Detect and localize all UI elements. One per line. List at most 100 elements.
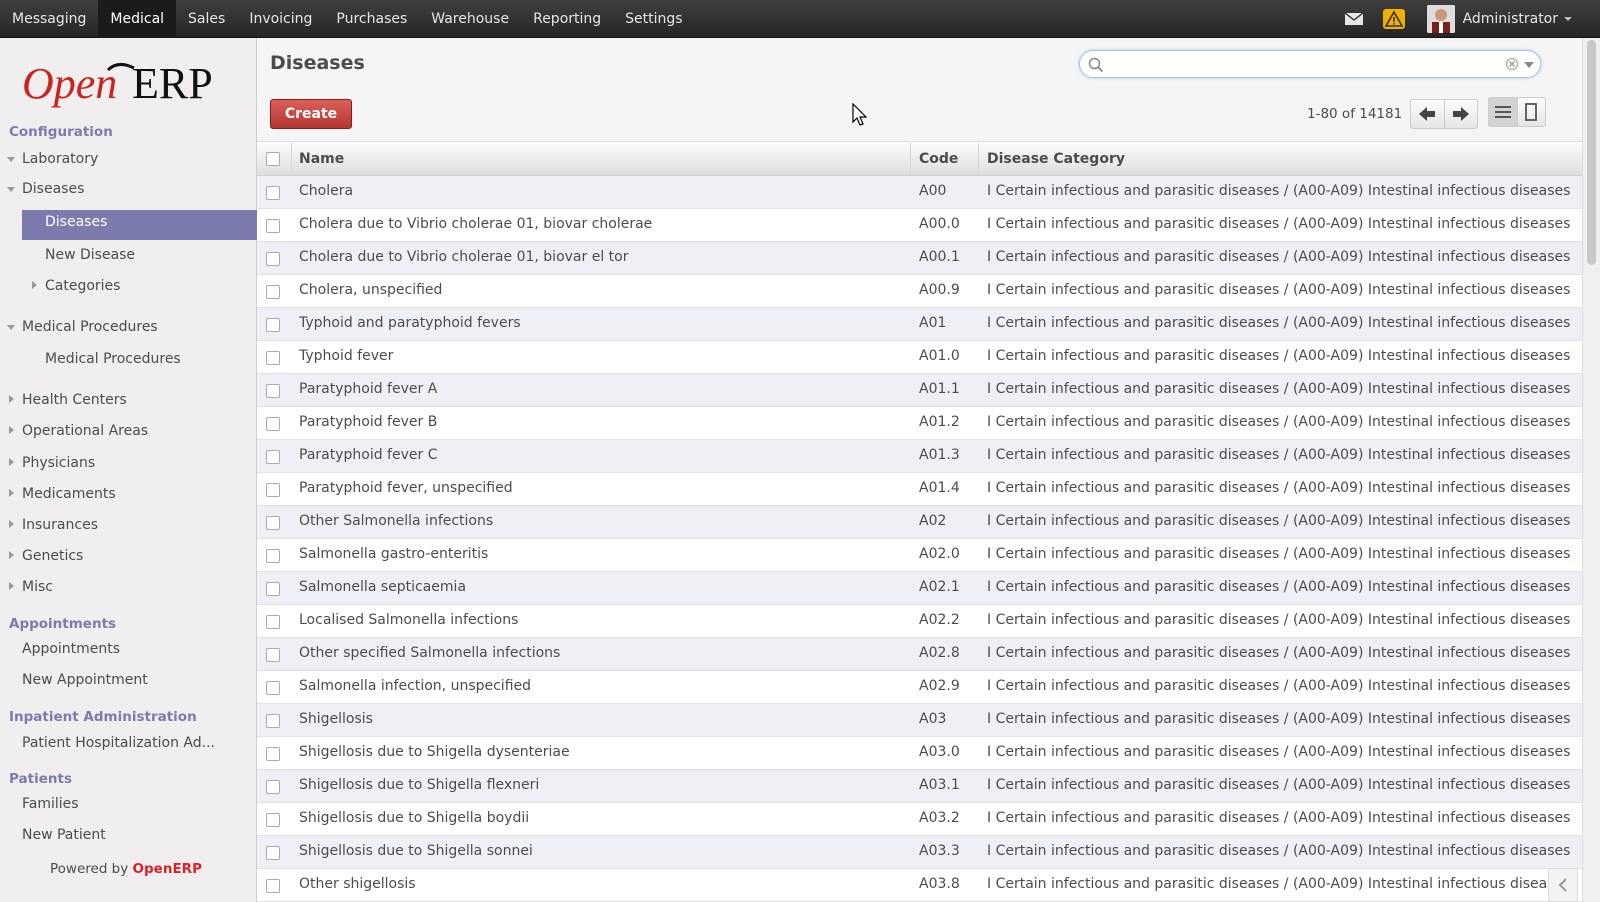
scrollbar[interactable] [1582,38,1600,902]
table-row[interactable]: Other shigellosis A03.8 I Certain infectio… [257,869,1582,902]
search-options-icon[interactable] [1524,62,1534,68]
chevron-down-icon[interactable] [7,187,15,192]
topmenu-medical[interactable]: Medical [98,0,177,38]
column-header-category[interactable]: Disease Category [987,151,1125,167]
row-checkbox[interactable] [266,219,280,233]
row-checkbox[interactable] [266,879,280,893]
user-avatar[interactable] [1426,5,1455,33]
sidebar-item-categories[interactable]: Categories [32,275,120,297]
table-row[interactable]: Other specified Salmonella infections A02… [257,638,1582,671]
topmenu-warehouse[interactable]: Warehouse [419,0,521,38]
table-row[interactable]: Paratyphoid fever B A01.2 I Certain infect… [257,407,1582,440]
search-box[interactable] [1079,50,1541,78]
sidebar-item-diseases-active[interactable]: Diseases [22,210,257,240]
table-row[interactable]: Shigellosis due to Shigella dysenteriae A… [257,737,1582,770]
row-checkbox[interactable] [266,318,280,332]
chevron-down-icon[interactable] [1564,17,1572,21]
sidebar-item-laboratory[interactable]: Laboratory [7,148,98,170]
sidebar-item-medical-procedures[interactable]: Medical Procedures [7,316,158,338]
row-checkbox[interactable] [266,285,280,299]
sidebar-item-operational-areas[interactable]: Operational Areas [9,420,148,442]
powered-by-link[interactable]: OpenERP [133,861,202,877]
table-row[interactable]: Shigellosis due to Shigella sonnei A03.3 I… [257,836,1582,869]
topmenu-reporting[interactable]: Reporting [521,0,613,38]
table-row[interactable]: Cholera due to Vibrio cholerae 01, biova… [257,242,1582,275]
sidebar-item-appointments[interactable]: Appointments [22,638,120,660]
row-checkbox[interactable] [266,582,280,596]
chevron-right-icon[interactable] [9,520,14,528]
chevron-right-icon[interactable] [9,395,14,403]
chevron-right-icon[interactable] [9,551,14,559]
row-checkbox[interactable] [266,615,280,629]
sidebar-item-misc[interactable]: Misc [9,576,53,598]
sidebar-item-insurances[interactable]: Insurances [9,514,98,536]
row-checkbox[interactable] [266,780,280,794]
table-row[interactable]: Paratyphoid fever C A01.3 I Certain infect… [257,440,1582,473]
row-checkbox[interactable] [266,417,280,431]
table-row[interactable]: Shigellosis A03 I Certain infectious and p… [257,704,1582,737]
row-checkbox[interactable] [266,516,280,530]
table-row[interactable]: Other Salmonella infections A02 I Certain … [257,506,1582,539]
table-row[interactable]: Cholera A00 I Certain infectious and paras… [257,176,1582,209]
sidebar-item-medical-procedures-list[interactable]: Medical Procedures [45,348,181,370]
chevron-right-icon[interactable] [9,489,14,497]
row-checkbox[interactable] [266,714,280,728]
row-checkbox[interactable] [266,846,280,860]
sidebar-item-physicians[interactable]: Physicians [9,452,95,474]
topmenu-invoicing[interactable]: Invoicing [237,0,324,38]
pager-previous-button[interactable] [1411,100,1444,128]
sidebar-item-new-disease[interactable]: New Disease [45,244,135,266]
pager-value[interactable]: 1-80 of 14181 [1307,106,1402,122]
sidebar-item-health-centers[interactable]: Health Centers [9,389,127,411]
sidebar-item-medicaments[interactable]: Medicaments [9,483,116,505]
row-checkbox[interactable] [266,747,280,761]
row-checkbox[interactable] [266,549,280,563]
sidebar-item-diseases[interactable]: Diseases [7,178,84,200]
table-row[interactable]: Localised Salmonella infections A02.2 I Ce… [257,605,1582,638]
row-checkbox[interactable] [266,186,280,200]
row-checkbox[interactable] [266,252,280,266]
row-checkbox[interactable] [266,351,280,365]
row-checkbox[interactable] [266,384,280,398]
collapse-button[interactable] [1548,868,1578,902]
chevron-down-icon[interactable] [7,157,15,162]
warning-icon[interactable] [1382,9,1405,29]
search-input[interactable] [1110,54,1490,74]
row-checkbox[interactable] [266,450,280,464]
table-row[interactable]: Paratyphoid fever, unspecified A01.4 I Cer… [257,473,1582,506]
row-checkbox[interactable] [266,813,280,827]
chevron-right-icon[interactable] [9,426,14,434]
table-row[interactable]: Paratyphoid fever A A01.1 I Certain infect… [257,374,1582,407]
row-checkbox[interactable] [266,648,280,662]
chevron-right-icon[interactable] [32,281,37,289]
sidebar-item-new-patient[interactable]: New Patient [22,824,106,846]
row-checkbox[interactable] [266,681,280,695]
pager-next-button[interactable] [1443,100,1477,128]
table-row[interactable]: Typhoid and paratyphoid fevers A01 I Certa… [257,308,1582,341]
topmenu-sales[interactable]: Sales [176,0,237,38]
sidebar-item-new-appointment[interactable]: New Appointment [22,669,148,691]
clear-icon[interactable] [1506,58,1518,70]
table-row[interactable]: Salmonella septicaemia A02.1 I Certain inf… [257,572,1582,605]
user-name[interactable]: Administrator [1463,11,1558,27]
chevron-right-icon[interactable] [9,582,14,590]
mail-icon[interactable] [1344,13,1363,25]
scrollbar-thumb[interactable] [1587,40,1596,265]
list-view-button[interactable] [1489,98,1517,126]
openerp-logo[interactable]: Open ERP [22,56,242,114]
column-header-code[interactable]: Code [919,151,958,167]
chevron-down-icon[interactable] [7,325,15,330]
topmenu-purchases[interactable]: Purchases [324,0,419,38]
column-header-name[interactable]: Name [299,151,344,167]
table-row[interactable]: Cholera due to Vibrio cholerae 01, biova… [257,209,1582,242]
sidebar-item-families[interactable]: Families [22,793,79,815]
table-row[interactable]: Shigellosis due to Shigella flexneri A03.… [257,770,1582,803]
table-row[interactable]: Cholera, unspecified A00.9 I Certain infec… [257,275,1582,308]
form-view-button[interactable] [1516,98,1545,126]
topmenu-settings[interactable]: Settings [613,0,694,38]
table-row[interactable]: Salmonella infection, unspecified A02.9 I … [257,671,1582,704]
sidebar-item-genetics[interactable]: Genetics [9,545,83,567]
sidebar-item-patient-hospitalization[interactable]: Patient Hospitalization Ad... [22,732,215,754]
select-all-checkbox[interactable] [266,152,280,166]
topmenu-messaging[interactable]: Messaging [0,0,98,38]
